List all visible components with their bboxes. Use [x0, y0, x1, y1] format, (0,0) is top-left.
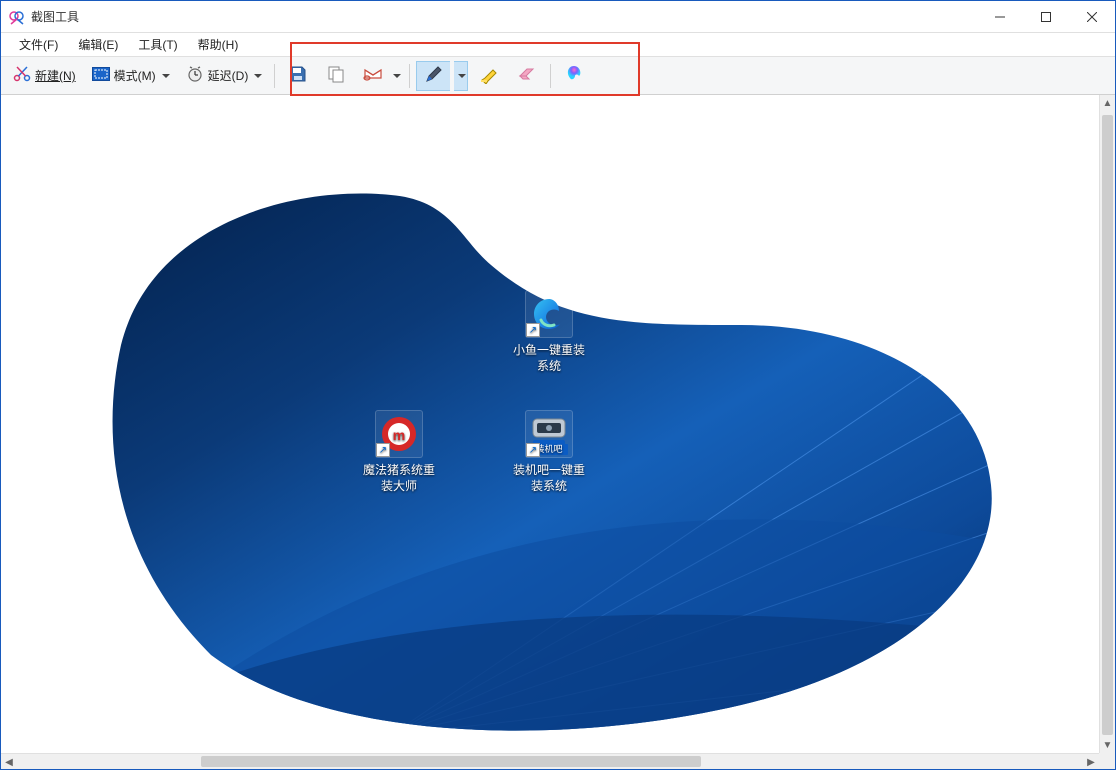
delay-button[interactable]: 延迟(D) [180, 61, 269, 91]
pen-icon [424, 64, 444, 87]
separator [409, 64, 410, 88]
scroll-down-arrow[interactable]: ▼ [1100, 737, 1115, 753]
desktop-icon-zhuangjiba[interactable]: 装机吧 ↗ 装机吧一键重 装系统 [511, 410, 587, 494]
close-button[interactable] [1069, 1, 1115, 33]
window-controls [977, 1, 1115, 32]
svg-text:m: m [393, 427, 405, 443]
edge-icon: ↗ [525, 290, 573, 338]
desktop-icon-label: 装机吧一键重 装系统 [511, 462, 587, 494]
eraser-icon [517, 66, 537, 85]
desktop-icon-mofazhu[interactable]: m ↗ 魔法猪系统重 装大师 [361, 410, 437, 494]
shortcut-arrow-icon: ↗ [376, 443, 390, 457]
vertical-scroll-thumb[interactable] [1102, 115, 1113, 735]
shortcut-arrow-icon: ↗ [526, 443, 540, 457]
copy-button[interactable] [319, 61, 353, 91]
scroll-left-arrow[interactable]: ◀ [1, 754, 17, 769]
minimize-button[interactable] [977, 1, 1023, 33]
zhuangjiba-icon: 装机吧 ↗ [525, 410, 573, 458]
chevron-down-icon [254, 74, 262, 78]
menubar: 文件(F) 编辑(E) 工具(T) 帮助(H) [1, 33, 1115, 57]
pen-button[interactable] [416, 61, 450, 91]
horizontal-scroll-thumb[interactable] [201, 756, 701, 767]
menu-tools[interactable]: 工具(T) [130, 34, 185, 55]
chevron-down-icon [393, 74, 401, 78]
window-title: 截图工具 [31, 8, 79, 25]
chevron-down-icon [162, 74, 170, 78]
delay-label: 延迟(D) [208, 67, 249, 84]
scroll-right-arrow[interactable]: ▶ [1083, 754, 1099, 769]
mode-button[interactable]: 模式(M) [86, 61, 176, 91]
chevron-down-icon [458, 74, 466, 78]
mofazhu-icon: m ↗ [375, 410, 423, 458]
toolbar: 新建(N) 模式(M) 延迟(D) [1, 57, 1115, 95]
highlighter-button[interactable] [472, 61, 506, 91]
save-button[interactable] [281, 61, 315, 91]
desktop-icon-label: 魔法猪系统重 装大师 [361, 462, 437, 494]
send-dropdown[interactable] [389, 61, 403, 91]
menu-help[interactable]: 帮助(H) [190, 34, 247, 55]
scissors-icon [13, 65, 31, 86]
vertical-scrollbar[interactable]: ▲ ▼ [1099, 95, 1115, 753]
shortcut-arrow-icon: ↗ [526, 323, 540, 337]
desktop-icon-xiaoyu[interactable]: ↗ 小鱼一键重装 系统 [511, 290, 587, 374]
paint3d-button[interactable] [557, 61, 591, 91]
titlebar: 截图工具 [1, 1, 1115, 33]
canvas-area: ↗ 小鱼一键重装 系统 m ↗ 魔法猪系统重 装大师 [1, 95, 1115, 769]
new-snip-label: 新建(N) [35, 67, 76, 84]
menu-file[interactable]: 文件(F) [11, 34, 66, 55]
eraser-button[interactable] [510, 61, 544, 91]
horizontal-scrollbar[interactable]: ◀ ▶ [1, 753, 1099, 769]
highlighter-icon [479, 64, 499, 87]
separator [550, 64, 551, 88]
desktop-icon-label: 小鱼一键重装 系统 [511, 342, 587, 374]
new-snip-button[interactable]: 新建(N) [7, 61, 82, 91]
send-button[interactable] [357, 61, 385, 91]
clock-icon [186, 65, 204, 86]
canvas-viewport[interactable]: ↗ 小鱼一键重装 系统 m ↗ 魔法猪系统重 装大师 [1, 95, 1099, 753]
mode-icon [92, 67, 110, 84]
copy-icon [327, 65, 345, 86]
mode-label: 模式(M) [114, 67, 156, 84]
envelope-icon [363, 66, 383, 85]
maximize-button[interactable] [1023, 1, 1069, 33]
scrollbar-corner [1099, 753, 1115, 769]
menu-edit[interactable]: 编辑(E) [70, 34, 126, 55]
separator [274, 64, 275, 88]
scroll-up-arrow[interactable]: ▲ [1100, 95, 1115, 111]
app-icon [9, 9, 25, 25]
pen-dropdown[interactable] [454, 61, 468, 91]
save-icon [289, 65, 307, 86]
paint3d-icon [564, 64, 584, 87]
